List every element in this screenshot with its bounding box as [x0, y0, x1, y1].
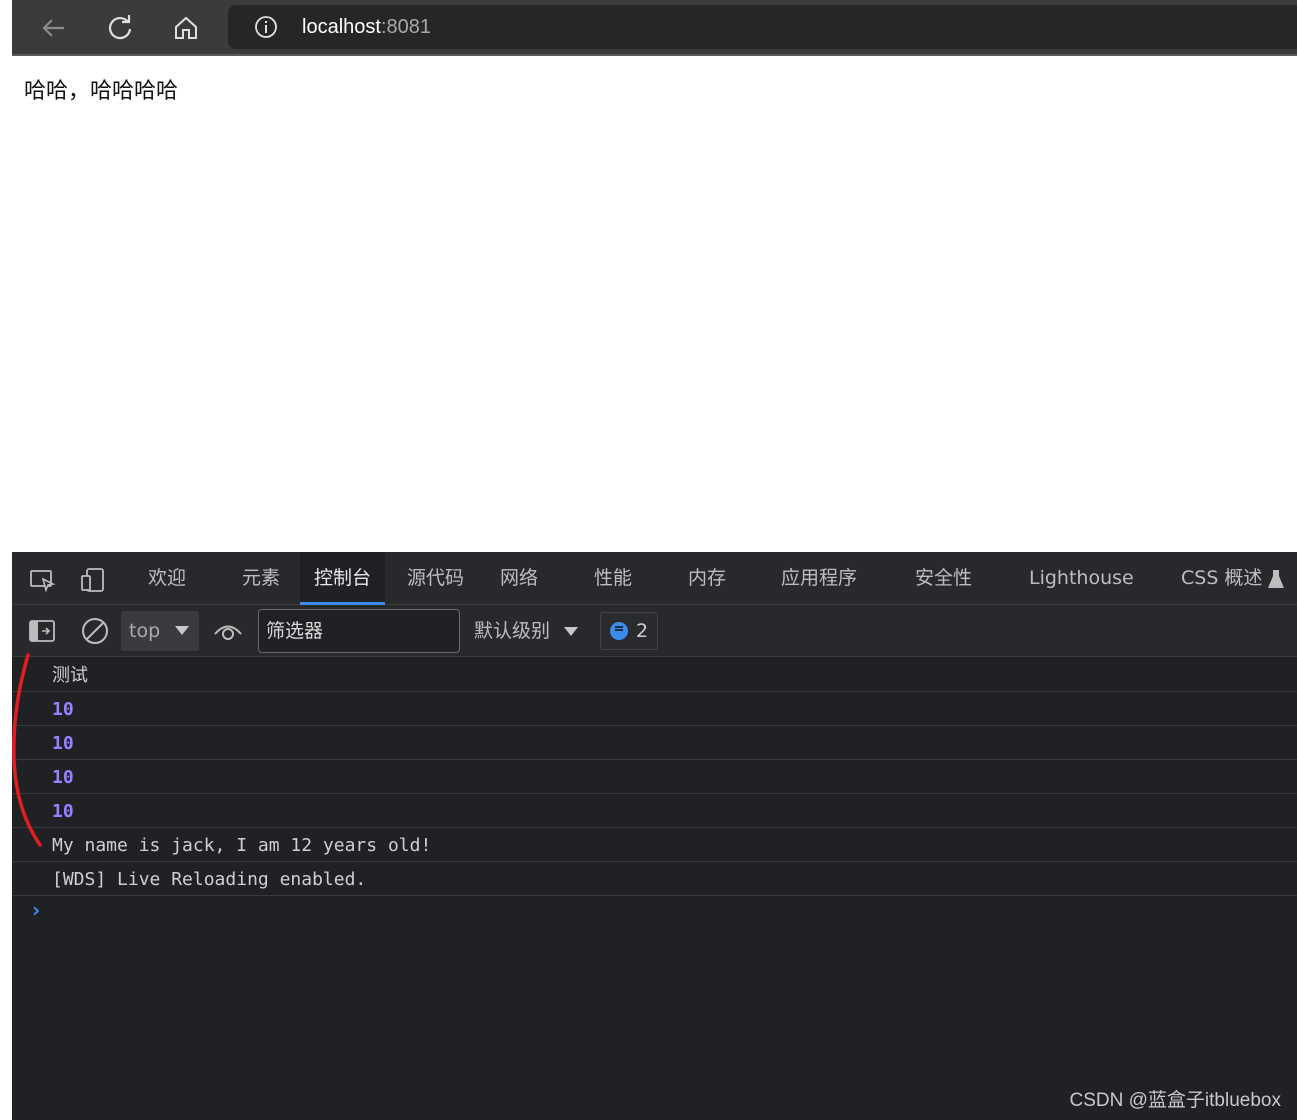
device-toolbar-icon[interactable]: [79, 566, 107, 594]
browser-toolbar: localhost:8081: [12, 0, 1297, 56]
url-text: localhost:8081: [302, 16, 431, 39]
sidebar-toggle-icon[interactable]: [28, 618, 56, 644]
experiment-flask-icon: [1268, 570, 1284, 588]
home-icon: [175, 16, 197, 39]
tab-3[interactable]: 源代码: [395, 552, 476, 604]
console-log: 测试 10 10 10 10 My name is jack, I am 12 years…: [12, 658, 1297, 896]
home-button[interactable]: [166, 8, 206, 48]
chevron-down-icon: [175, 626, 189, 635]
page-body-text: 哈哈，哈哈哈哈: [24, 79, 179, 104]
tab-6[interactable]: 内存: [676, 552, 738, 604]
tab-5[interactable]: 性能: [582, 552, 644, 604]
clear-console-icon[interactable]: [80, 616, 110, 646]
filter-input[interactable]: [258, 609, 460, 653]
context-select[interactable]: top: [121, 611, 199, 651]
chevron-down-icon: [564, 627, 579, 636]
console-message: My name is jack, I am 12 years old!: [12, 828, 1297, 862]
live-expression-eye-icon[interactable]: [213, 619, 243, 643]
red-annotation-mark: [12, 653, 42, 847]
inspect-element-icon[interactable]: [28, 566, 56, 594]
tab-9[interactable]: Lighthouse: [1017, 552, 1146, 604]
reload-icon: [108, 15, 132, 40]
tab-0[interactable]: 欢迎: [136, 552, 198, 604]
tab-1[interactable]: 元素: [230, 552, 292, 604]
devtools-panel: 欢迎 元素 控制台 源代码 网络 性能 内存 应用程序 安全性 Lighthouse CSS 概述 …: [12, 552, 1297, 1120]
tab-8[interactable]: 安全性: [903, 552, 984, 604]
console-message: [WDS] Live Reloading enabled.: [12, 862, 1297, 896]
back-button[interactable]: [34, 8, 74, 48]
browser-window: localhost:8081 哈哈，哈哈哈哈 欢迎 元素 控制台 源代码 网络 性能 内存应…: [12, 0, 1297, 1120]
tab-7[interactable]: 应用程序: [769, 552, 869, 604]
context-select-value: top: [129, 620, 161, 642]
tab-4[interactable]: 网络: [488, 552, 550, 604]
console-message: 10: [12, 794, 1297, 828]
message-count-badge[interactable]: 2: [600, 612, 658, 650]
message-count: 2: [635, 620, 649, 642]
address-bar[interactable]: localhost:8081: [228, 5, 1297, 49]
devtools-tabbar: 欢迎 元素 控制台 源代码 网络 性能 内存 应用程序 安全性 Lighthouse CSS 概述: [12, 552, 1297, 605]
info-icon[interactable]: [254, 15, 278, 39]
reload-button[interactable]: [100, 8, 140, 48]
console-prompt-icon[interactable]: ›: [32, 898, 40, 922]
console-message: 10: [12, 692, 1297, 726]
log-level-value: 默认级别: [474, 620, 551, 642]
back-arrow-icon: [42, 19, 64, 37]
console-message: 10: [12, 760, 1297, 794]
console-message: 10: [12, 726, 1297, 760]
log-level-select[interactable]: 默认级别: [474, 611, 579, 651]
url-port: :8081: [380, 16, 431, 38]
message-bubble-icon: [609, 622, 628, 640]
tab-10[interactable]: CSS 概述: [1169, 552, 1274, 604]
url-host: localhost: [302, 16, 381, 38]
console-message: 测试: [12, 658, 1297, 692]
console-toolbar: top 默认级别 2: [12, 605, 1297, 657]
watermark: CSDN @蓝盒子itbluebox: [1069, 1090, 1281, 1111]
tab-2[interactable]: 控制台: [300, 552, 386, 605]
